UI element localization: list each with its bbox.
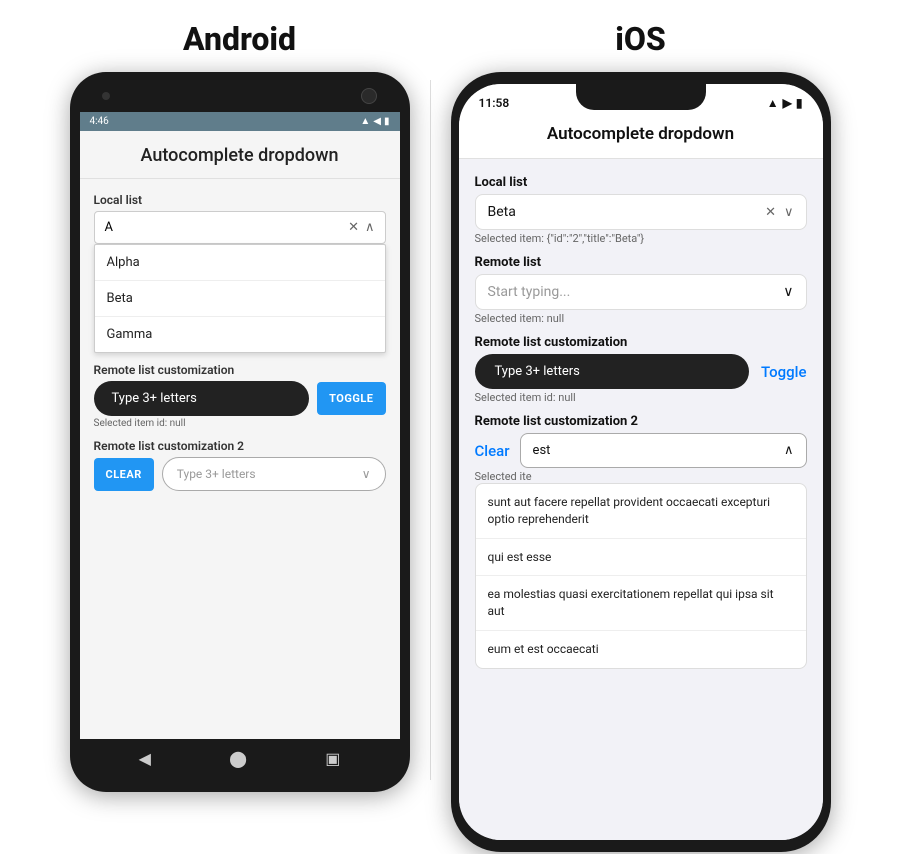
ios-phone: 11:58 ▲ ▶ ▮ Autocomplete dropdown Local …	[451, 72, 831, 852]
android-phone: 4:46 ▲ ◀ ▮ Autocomplete dropdown Local l…	[70, 72, 410, 792]
android-title: Android	[183, 20, 296, 58]
ios-local-list-icons: ✕ ∨	[765, 205, 793, 220]
ios-remote-list-section: Remote list Start typing... ∨ Selected i…	[475, 255, 807, 325]
signal-icon: ▲	[360, 116, 370, 127]
ios-local-list-input[interactable]: Beta ✕ ∨	[475, 194, 807, 230]
home-button[interactable]: ⬤	[229, 749, 247, 768]
ios-clear-x-icon: ✕	[765, 205, 776, 220]
ios-remote-row: Type 3+ letters Toggle	[475, 354, 807, 389]
ios-dropdown-list: sunt aut facere repellat provident occae…	[475, 483, 807, 669]
remote-customization-label: Remote list customization	[94, 363, 386, 377]
ios-dropdown-item-1[interactable]: sunt aut facere repellat provident occae…	[476, 484, 806, 539]
section-divider	[430, 80, 431, 780]
ios-remote-customization-section: Remote list customization Type 3+ letter…	[475, 335, 807, 404]
android-app-title: Autocomplete dropdown	[80, 131, 400, 179]
ios-remote-selected: Selected item: null	[475, 312, 807, 325]
ios-dropdown-item-2[interactable]: qui est esse	[476, 539, 806, 577]
ios-remote-customization-label: Remote list customization	[475, 335, 807, 350]
ios-local-list-section: Local list Beta ✕ ∨ Selected item: {"id"…	[475, 175, 807, 245]
android-navbar: ◀ ⬤ ▣	[80, 739, 400, 778]
local-list-icons: ✕ ∧	[348, 220, 374, 235]
dropdown-item-alpha[interactable]: Alpha	[95, 245, 385, 281]
ios-remote-list-label: Remote list	[475, 255, 807, 270]
clear-x-icon: ✕	[348, 220, 359, 235]
ios-battery-icon: ▮	[796, 96, 803, 110]
ios-notch	[576, 84, 706, 110]
ios-local-list-label: Local list	[475, 175, 807, 190]
type2-input-android[interactable]: Type 3+ letters ∨	[162, 457, 386, 491]
ios-remote-list-input[interactable]: Start typing... ∨	[475, 274, 807, 310]
remote2-row: CLEAR Type 3+ letters ∨	[94, 457, 386, 491]
ios-dropdown-item-3[interactable]: ea molestias quasi exercitationem repell…	[476, 576, 806, 631]
android-time: 4:46	[90, 116, 109, 127]
android-camera-lens	[361, 88, 377, 104]
ios-screen: 11:58 ▲ ▶ ▮ Autocomplete dropdown Local …	[459, 84, 823, 840]
ios-time: 11:58	[479, 96, 510, 110]
ios-selected2-text: Selected ite	[475, 470, 807, 483]
clear-button-android[interactable]: CLEAR	[94, 458, 154, 491]
local-list-label: Local list	[94, 193, 386, 207]
local-list-value: A	[105, 220, 113, 235]
android-dropdown-list: Alpha Beta Gamma	[94, 244, 386, 353]
ios-chevron-up-icon: ∧	[784, 443, 794, 458]
back-button[interactable]: ◀	[139, 749, 151, 768]
ios-remote-placeholder: Start typing...	[488, 284, 571, 300]
ios-dropdown-item-4[interactable]: eum et est occaecati	[476, 631, 806, 668]
ios-remote2-label: Remote list customization 2	[475, 414, 807, 429]
ios-status-icons: ▲ ▶ ▮	[767, 96, 803, 110]
ios-clear-button[interactable]: Clear	[475, 442, 510, 460]
android-camera-bar	[92, 86, 386, 112]
remote-customization-section: Remote list customization Type 3+ letter…	[94, 363, 386, 429]
dropdown-item-beta[interactable]: Beta	[95, 281, 385, 317]
ios-est-input[interactable]: est ∧	[520, 433, 807, 468]
type-letters-pill[interactable]: Type 3+ letters	[94, 381, 310, 416]
toggle-button[interactable]: TOGGLE	[317, 382, 385, 415]
dropdown-item-gamma[interactable]: Gamma	[95, 317, 385, 352]
wifi-icon: ◀	[373, 116, 381, 127]
ios-signal-icon: ▶	[783, 96, 792, 110]
remote2-section: Remote list customization 2 CLEAR Type 3…	[94, 439, 386, 491]
ios-content: Local list Beta ✕ ∨ Selected item: {"id"…	[459, 159, 823, 840]
ios-remote-selected-id: Selected item id: null	[475, 391, 807, 404]
remote2-label: Remote list customization 2	[94, 439, 386, 453]
android-status-bar: 4:46 ▲ ◀ ▮	[80, 112, 400, 131]
android-screen: 4:46 ▲ ◀ ▮ Autocomplete dropdown Local l…	[80, 112, 400, 739]
type2-placeholder: Type 3+ letters	[177, 467, 256, 481]
ios-title: iOS	[615, 20, 666, 58]
ios-remote2-row: Clear est ∧	[475, 433, 807, 468]
ios-wifi-icon: ▲	[767, 96, 779, 110]
local-list-section: Local list A ✕ ∧ Alpha Beta Gamma	[94, 193, 386, 353]
ios-app-title: Autocomplete dropdown	[459, 114, 823, 159]
recents-button[interactable]: ▣	[325, 749, 340, 768]
ios-local-list-value: Beta	[488, 204, 516, 220]
ios-remote2-section: Remote list customization 2 Clear est ∧ …	[475, 414, 807, 669]
ios-chevron-down-icon: ∨	[784, 205, 794, 220]
ios-section: iOS 11:58 ▲ ▶ ▮ Autocomplete dropdown Lo…	[451, 20, 831, 852]
battery-icon: ▮	[384, 116, 390, 127]
local-list-input[interactable]: A ✕ ∧	[94, 211, 386, 244]
ios-est-value: est	[533, 443, 551, 458]
chevron-down-icon: ∨	[362, 467, 371, 481]
ios-type-letters-pill[interactable]: Type 3+ letters	[475, 354, 750, 389]
selected-item-id-text: Selected item id: null	[94, 418, 386, 429]
ios-local-selected: Selected item: {"id":"2","title":"Beta"}	[475, 232, 807, 245]
ios-toggle-button[interactable]: Toggle	[761, 363, 807, 381]
android-section: Android 4:46 ▲ ◀ ▮ Autocomplete dropdown	[70, 20, 410, 792]
ios-remote-chevron-icon: ∨	[783, 284, 793, 300]
android-status-icons: ▲ ◀ ▮	[360, 116, 389, 127]
remote-customization-row: Type 3+ letters TOGGLE	[94, 381, 386, 416]
android-content: Local list A ✕ ∧ Alpha Beta Gamma	[80, 179, 400, 739]
chevron-up-icon: ∧	[365, 220, 375, 235]
android-camera-dot	[102, 92, 110, 100]
